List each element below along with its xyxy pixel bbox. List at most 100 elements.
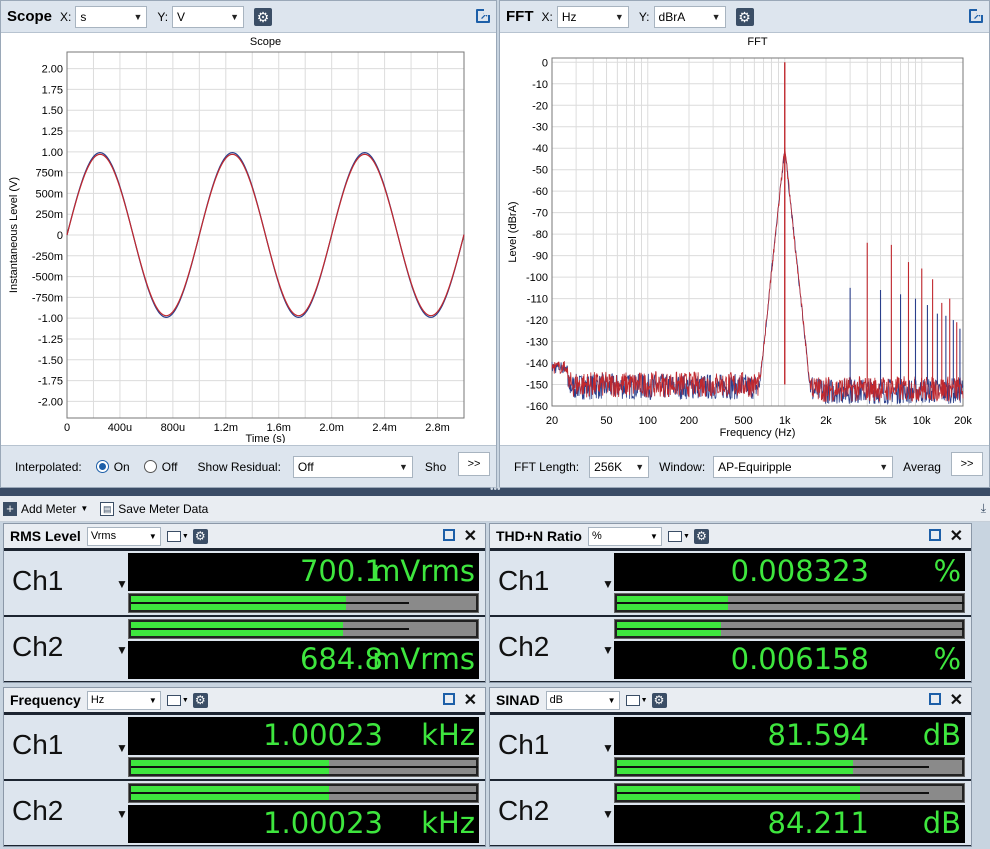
meter-unit-select[interactable]: dB ▼	[545, 690, 620, 710]
close-icon[interactable]: ✕	[464, 526, 477, 546]
x-tick-label: 2.4m	[372, 422, 396, 434]
save-icon: ▤	[100, 501, 115, 516]
meter-panel: THD+N Ratio % ▼ ▼ ⚙ ✕ Ch1 ▼ 0.008323 % C…	[489, 523, 972, 683]
channel-menu-arrow-icon[interactable]: ▼	[116, 577, 128, 591]
fft-length-label: FFT Length:	[514, 459, 580, 474]
chevron-down-icon: ▼	[399, 461, 408, 472]
gear-icon[interactable]: ⚙	[192, 528, 208, 544]
popout-icon[interactable]	[929, 693, 941, 705]
meter-row-ch1: Ch1 ▼ 81.594 dB	[490, 715, 971, 779]
y-tick-label: 1.75	[42, 84, 63, 96]
y-tick-label: -100	[526, 272, 548, 284]
popout-icon[interactable]: ↗	[476, 8, 491, 23]
save-meter-data-label: Save Meter Data	[118, 501, 209, 516]
more-options-button[interactable]: >>	[951, 452, 983, 476]
meter-bar	[128, 783, 479, 803]
y-tick-label: -110	[527, 294, 548, 306]
interpolated-on-radio[interactable]	[95, 460, 109, 473]
y-tick-label: -1.00	[38, 313, 63, 325]
meter-display-options-icon[interactable]: ▼	[166, 529, 189, 543]
meter-display-options-icon[interactable]: ▼	[667, 529, 690, 543]
chart-title: Scope	[250, 36, 281, 48]
channel-menu-arrow-icon[interactable]: ▼	[602, 643, 614, 657]
chevron-down-icon: ▼	[711, 11, 721, 22]
y-tick-label: 2.00	[42, 64, 63, 76]
channel-menu-arrow-icon[interactable]: ▼	[602, 807, 614, 821]
meter-unit-select[interactable]: Hz ▼	[86, 690, 161, 710]
splitter-handle[interactable]: •••	[0, 484, 990, 496]
chevron-down-icon: ▼	[879, 461, 889, 472]
meter-value: 1.00023	[263, 806, 383, 840]
app-root: Scope X: s ▼ Y: V ▼ ⚙ ↗ Scope 0 400u 800u 1.…	[0, 0, 990, 849]
popout-icon[interactable]	[443, 693, 455, 705]
popout-icon[interactable]: ↗	[969, 8, 984, 23]
chevron-down-icon: ▼	[80, 504, 89, 513]
gear-icon[interactable]: ⚙	[254, 7, 273, 26]
channel-label: Ch2	[498, 795, 550, 826]
x-axis-label: Time (s)	[246, 433, 286, 443]
fft-y-unit-select[interactable]: dBrA ▼	[653, 5, 726, 28]
chevron-down-icon: ▼	[650, 531, 658, 541]
truncated-label: Sho	[424, 459, 447, 474]
channel-label: Ch1	[498, 729, 550, 760]
interpolated-off-label[interactable]: Off	[162, 460, 178, 474]
meter-row-ch2: Ch2 ▼ 84.211 dB	[490, 781, 971, 845]
meter-bar	[614, 619, 965, 639]
gear-icon[interactable]: ⚙	[651, 692, 667, 708]
popout-icon[interactable]	[929, 529, 941, 541]
meter-bar-peak	[131, 766, 478, 768]
meter-unit-select[interactable]: Vrms ▼	[86, 526, 161, 546]
meter-unit-select-value: Hz	[90, 694, 105, 706]
meter-value: 81.594	[767, 718, 869, 752]
y-tick-label: 0	[57, 230, 63, 242]
more-options-button[interactable]: >>	[458, 452, 490, 476]
chevron-down-icon: ▼	[148, 695, 157, 705]
meter-display-options-icon[interactable]: ▼	[625, 693, 648, 707]
meter-display-options-icon[interactable]: ▼	[166, 693, 189, 707]
meter-unit-select-value: Vrms	[90, 530, 117, 542]
scope-x-unit-select[interactable]: s ▼	[75, 5, 148, 28]
show-residual-select[interactable]: Off ▼	[292, 455, 413, 478]
meter-unit-select[interactable]: % ▼	[587, 526, 662, 546]
close-icon[interactable]: ✕	[464, 690, 477, 710]
channel-menu-arrow-icon[interactable]: ▼	[116, 807, 128, 821]
channel-menu-arrow-icon[interactable]: ▼	[602, 741, 614, 755]
channel-menu-arrow-icon[interactable]: ▼	[116, 643, 128, 657]
popout-icon[interactable]	[443, 529, 455, 541]
meter-unit: kHz	[421, 718, 475, 752]
download-icon[interactable]: ⤓	[981, 501, 986, 516]
fft-length-select[interactable]: 256K ▼	[589, 455, 650, 478]
gear-icon[interactable]: ⚙	[735, 7, 754, 26]
gear-icon[interactable]: ⚙	[693, 528, 709, 544]
meter-title: Frequency	[10, 692, 81, 708]
add-meter-button[interactable]: + Add Meter ▼	[3, 501, 89, 516]
y-tick-label: -80	[532, 229, 548, 241]
save-meter-data-button[interactable]: ▤ Save Meter Data	[100, 501, 209, 516]
x-tick-label: 2.0m	[319, 422, 343, 434]
gear-icon[interactable]: ⚙	[192, 692, 208, 708]
scope-y-unit-value: V	[177, 9, 186, 24]
truncated-label: Averag	[903, 459, 941, 474]
show-residual-value: Off	[297, 459, 314, 474]
channel-menu-arrow-icon[interactable]: ▼	[602, 577, 614, 591]
fft-y-unit-value: dBrA	[658, 9, 686, 24]
meter-bar-peak	[131, 792, 478, 794]
x-tick-label: 2k	[820, 415, 832, 427]
x-tick-label: 1k	[779, 415, 791, 427]
y-tick-label: 500m	[35, 188, 63, 200]
close-icon[interactable]: ✕	[950, 690, 963, 710]
fft-x-unit-select[interactable]: Hz ▼	[556, 5, 629, 28]
window-select[interactable]: AP-Equiripple ▼	[713, 455, 894, 478]
chevron-down-icon: ▼	[614, 11, 624, 22]
close-icon[interactable]: ✕	[950, 526, 963, 546]
scope-y-unit-select[interactable]: V ▼	[172, 5, 245, 28]
channel-label: Ch2	[498, 631, 550, 662]
meter-readout: 1.00023 kHz	[128, 805, 479, 843]
interpolated-off-radio[interactable]	[143, 460, 157, 473]
scope-y-label: Y:	[157, 9, 169, 24]
y-tick-label: -130	[526, 337, 548, 349]
meter-unit: %	[933, 554, 961, 588]
interpolated-on-label[interactable]: On	[114, 460, 130, 474]
channel-menu-arrow-icon[interactable]: ▼	[116, 741, 128, 755]
y-tick-label: 0	[542, 57, 548, 69]
